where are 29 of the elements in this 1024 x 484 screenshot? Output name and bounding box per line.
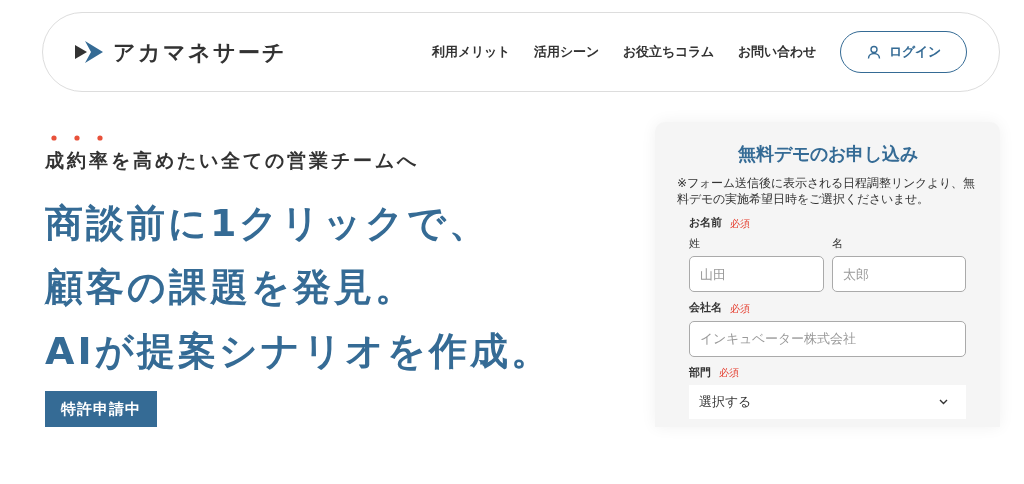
tagline: 成約率を高めたい全ての営業チームへ [45,148,420,173]
headline-line: 商談前に1クリックで、 [45,199,492,247]
select-field[interactable]: 選択する [689,385,966,419]
form-note: ※フォーム送信後に表示される日程調整リンクより、無料デモの実施希望日時をご選択くださいませ。 [677,175,977,207]
chevron-down-icon [939,399,948,405]
text-input[interactable]: 山田 [689,256,824,292]
text-input[interactable]: インキュベーター株式会社 [689,320,966,357]
login-button[interactable]: ログイン [840,31,967,73]
nav-link-item[interactable]: 活用シーン [534,42,599,62]
required-mark: 必須 [719,366,739,381]
nav-link-item[interactable]: お役立ちコラム [623,42,714,62]
user-icon [866,45,881,59]
nav-link-item[interactable]: お問い合わせ [738,42,816,62]
patent-badge: 特許申請中 [45,390,157,427]
logo-text[interactable]: アカマネサーチ [113,35,287,69]
headline-line: AIが提案シナリオを作成。 [45,327,553,375]
logo-icon [75,41,105,63]
field-label: 会社名 [689,300,722,316]
nav-link-item[interactable]: 利用メリット [432,42,510,62]
field-sublabel: 姓 [689,235,701,252]
field-label: 部門 [689,364,711,381]
text-input[interactable]: 太郎 [831,256,966,292]
field-sublabel: 名 [831,235,844,252]
field-label: お名前 [689,215,722,231]
form-title: 無料デモのお申し込み [736,142,919,166]
required-mark: 必須 [730,216,750,231]
emphasis-dots-icon [50,134,105,142]
required-mark: 必須 [730,301,750,316]
headline-line: 顧客の課題を発見。 [45,263,417,311]
